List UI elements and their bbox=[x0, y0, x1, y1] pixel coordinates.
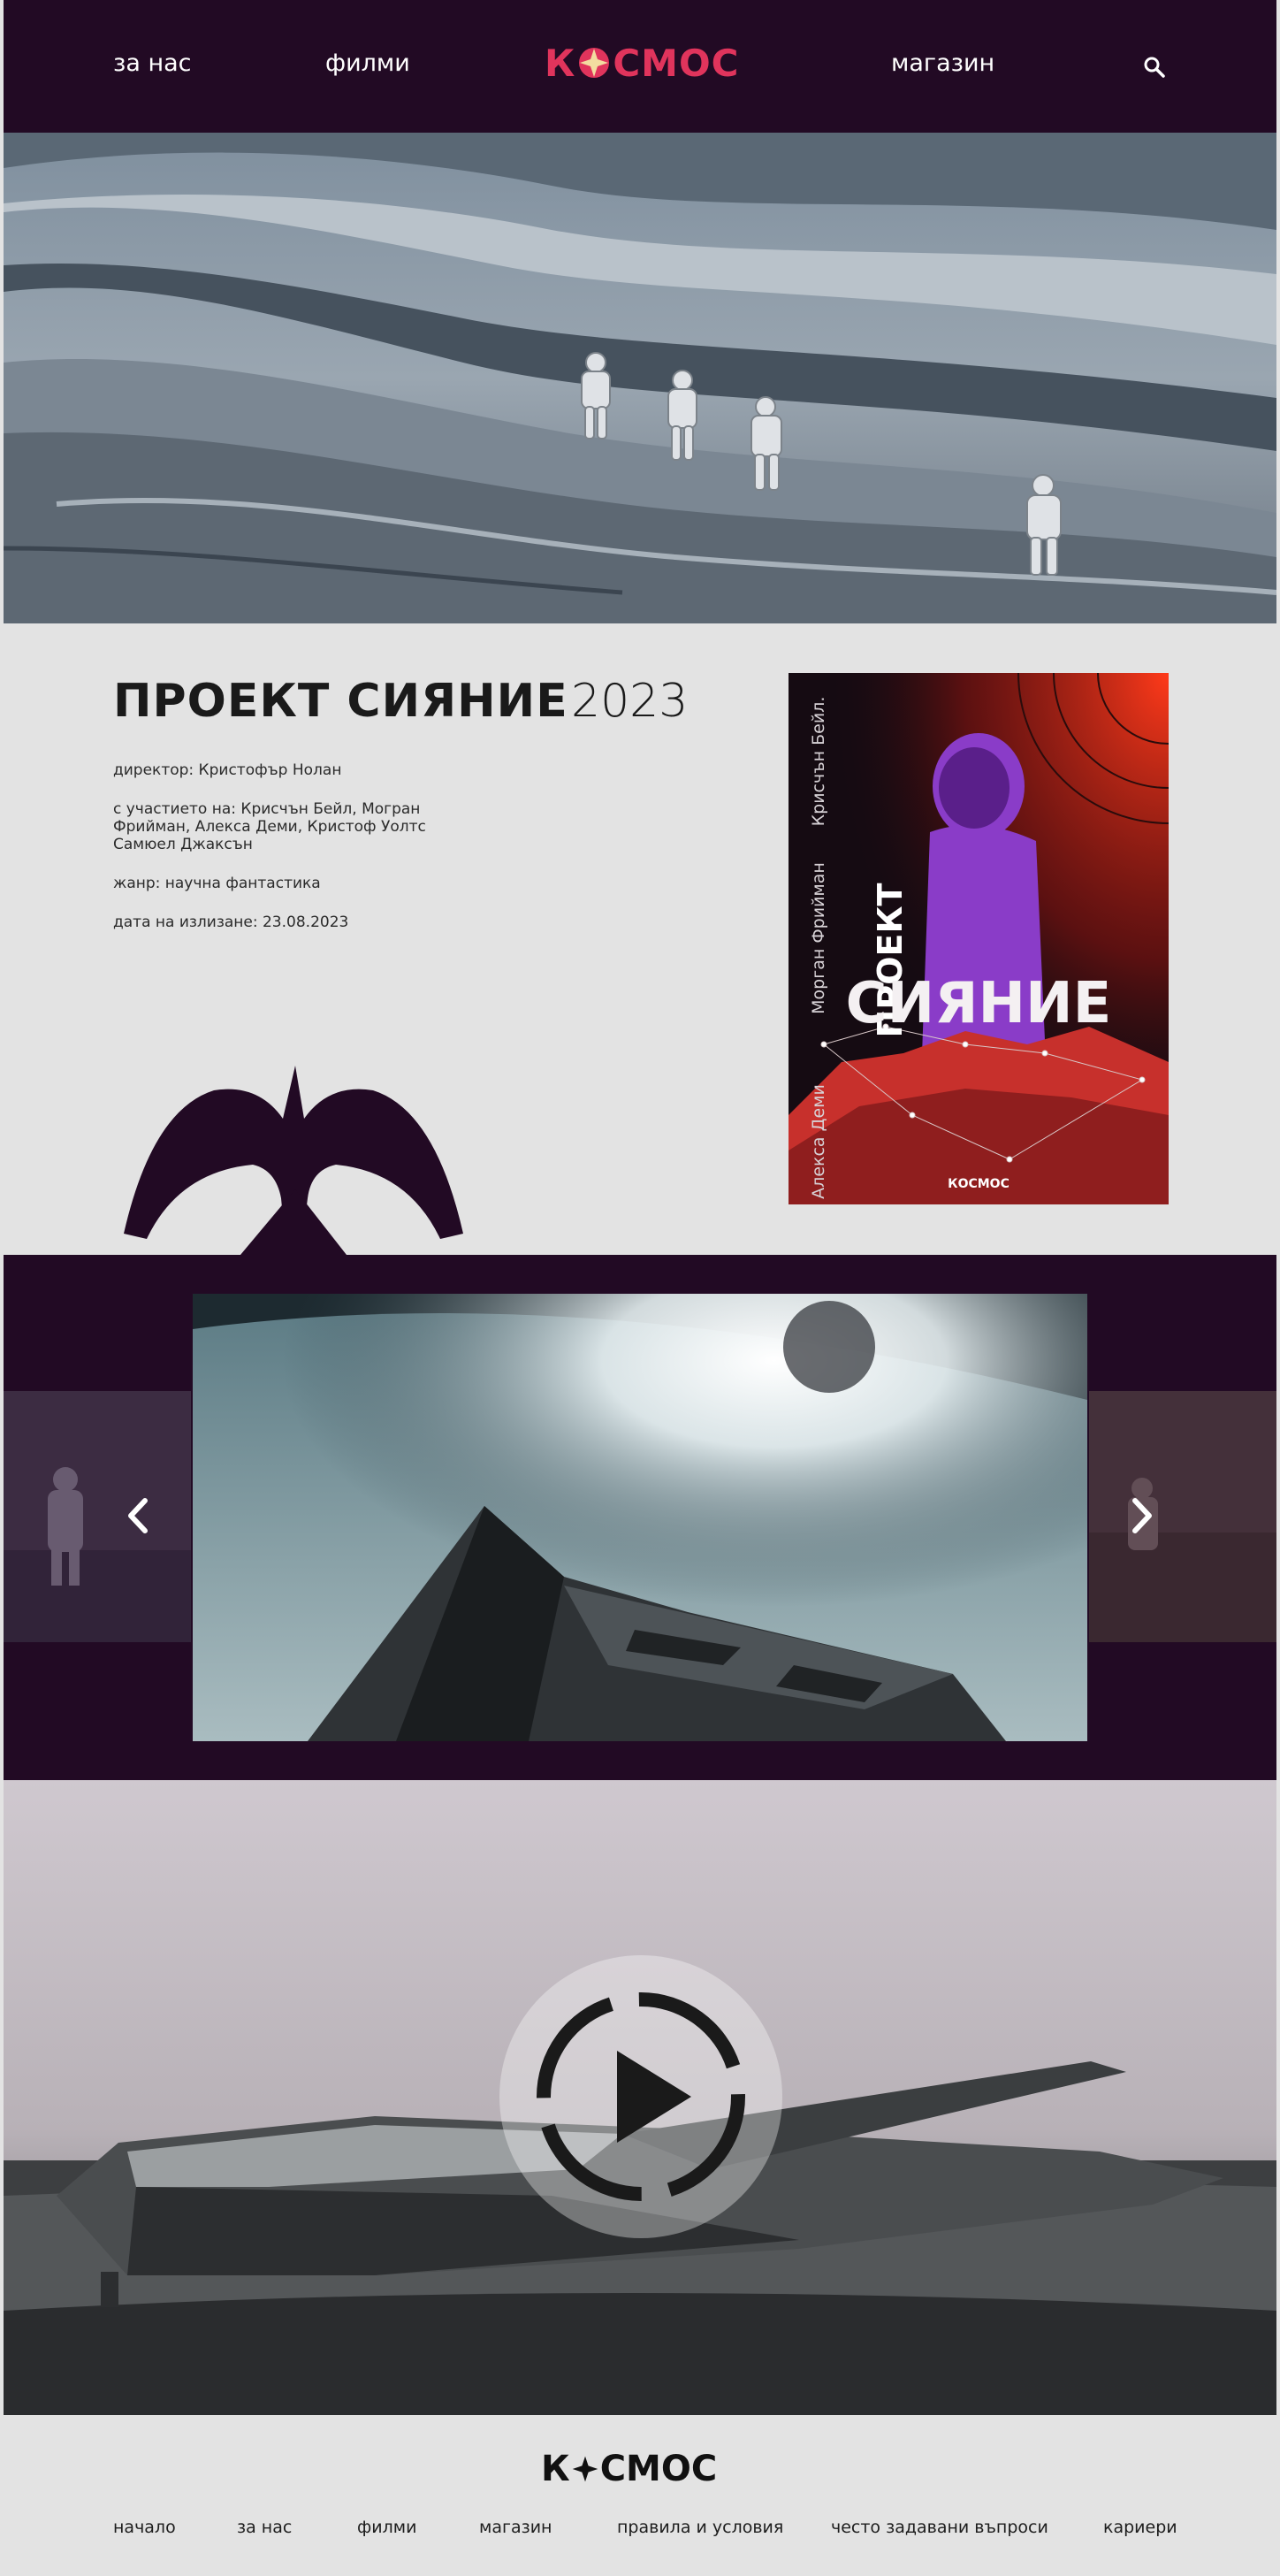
footer-link-home[interactable]: начало bbox=[113, 2518, 176, 2537]
poster-title-main: СИЯНИЕ bbox=[846, 971, 1112, 1036]
page: за нас филми К СМОС магазин ПРОЕКТ СИЯНИ… bbox=[0, 0, 1280, 2576]
poster-actor-middle: Морган Фрийман bbox=[809, 862, 828, 1014]
video-player[interactable] bbox=[4, 1780, 1276, 2415]
image-gallery bbox=[4, 1255, 1276, 1780]
hero-image bbox=[4, 133, 1276, 623]
poster-logo: КОСМОС bbox=[948, 1177, 1010, 1191]
emblem-icon bbox=[124, 1066, 463, 1255]
logo-text: СМОС bbox=[613, 41, 740, 85]
movie-genre: жанр: научна фантастика bbox=[113, 875, 321, 892]
search-icon[interactable] bbox=[1142, 55, 1167, 80]
movie-poster[interactable]: Крисчън Бейл. Морган Фрийман Алекса Деми… bbox=[789, 673, 1169, 1204]
star-icon bbox=[572, 2456, 598, 2482]
site-header: за нас филми К СМОС магазин bbox=[4, 0, 1276, 133]
play-icon[interactable] bbox=[495, 1955, 787, 2238]
footer-link-shop[interactable]: магазин bbox=[479, 2518, 552, 2537]
footer-logo-letter: К bbox=[541, 2449, 570, 2489]
movie-title: ПРОЕКТ СИЯНИЕ bbox=[113, 675, 568, 728]
movie-year: 2023 bbox=[571, 675, 689, 728]
gallery-next-thumbnail[interactable] bbox=[1089, 1391, 1276, 1642]
logo-letter: К bbox=[545, 41, 576, 85]
movie-release-date: дата на излизане: 23.08.2023 bbox=[113, 913, 349, 931]
footer-link-faq[interactable]: често задавани въпроси bbox=[831, 2518, 1048, 2537]
poster-actor-bottom: Алекса Деми bbox=[809, 1084, 828, 1199]
movie-director: директор: Кристофър Нолан bbox=[113, 761, 342, 779]
poster-actor-top: Крисчън Бейл. bbox=[809, 697, 828, 827]
nav-link-films[interactable]: филми bbox=[325, 50, 410, 77]
nav-link-about[interactable]: за нас bbox=[113, 50, 192, 77]
movie-info-section: ПРОЕКТ СИЯНИЕ 2023 директор: Кристофър Н… bbox=[4, 623, 1276, 1255]
footer-link-terms[interactable]: правила и условия bbox=[617, 2518, 783, 2537]
site-footer: К СМОС начало за нас филми магазин прави… bbox=[4, 2415, 1276, 2576]
gallery-prev-thumbnail[interactable] bbox=[4, 1391, 191, 1642]
footer-link-about[interactable]: за нас bbox=[237, 2518, 292, 2537]
star-icon bbox=[579, 48, 610, 78]
chevron-left-icon[interactable] bbox=[120, 1494, 156, 1538]
site-logo[interactable]: К СМОС bbox=[545, 41, 740, 85]
gallery-main-image[interactable] bbox=[193, 1294, 1087, 1741]
footer-logo[interactable]: К СМОС bbox=[541, 2449, 717, 2489]
movie-cast: с участието на: Крисчън Бейл, Могран Фри… bbox=[113, 800, 426, 853]
footer-link-careers[interactable]: кариери bbox=[1103, 2518, 1177, 2537]
nav-link-shop[interactable]: магазин bbox=[891, 50, 994, 77]
footer-link-films[interactable]: филми bbox=[357, 2518, 416, 2537]
chevron-right-icon[interactable] bbox=[1124, 1494, 1160, 1538]
footer-logo-text: СМОС bbox=[599, 2449, 718, 2489]
